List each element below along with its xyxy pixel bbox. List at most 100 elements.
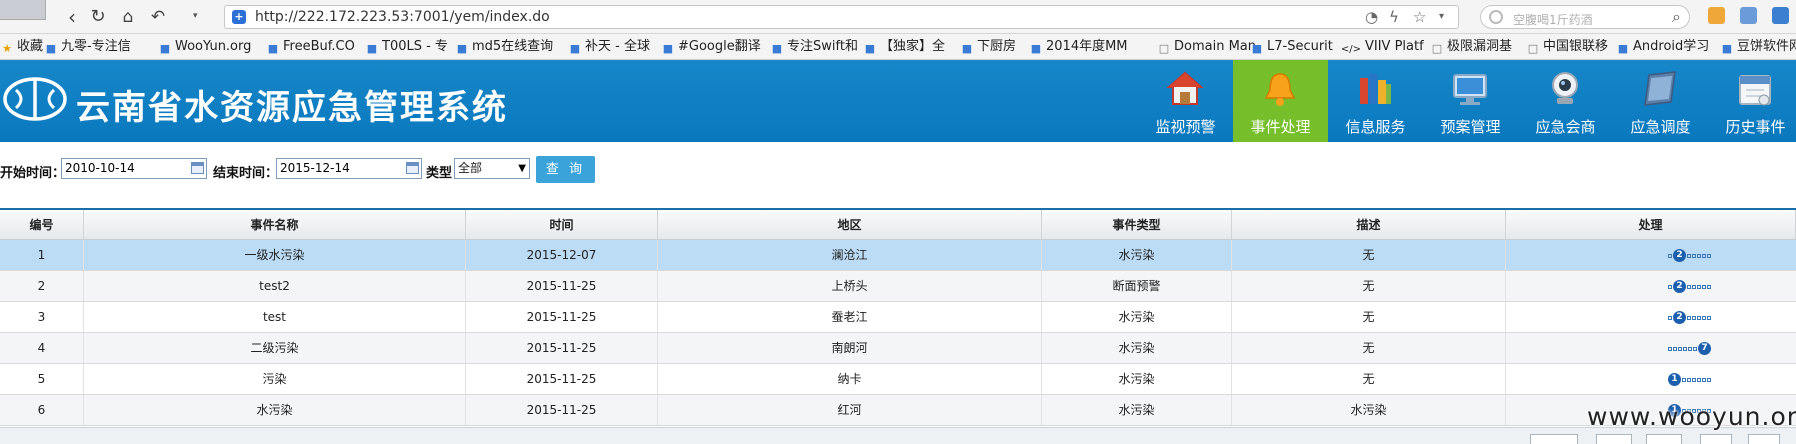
- step-badge[interactable]: 1: [1668, 373, 1681, 386]
- pager-button[interactable]: [1646, 434, 1682, 444]
- bookmark-item[interactable]: ■ 补天 - 全球: [568, 38, 650, 56]
- end-date-input[interactable]: 2015-12-14: [276, 158, 422, 179]
- bookmark-label[interactable]: WooYun.org: [175, 39, 251, 54]
- address-dropdown-icon[interactable]: ▾: [1439, 11, 1444, 22]
- bookmark-item[interactable]: </> VIIV Platf: [1340, 38, 1424, 56]
- nav-tab-label[interactable]: 信息服务: [1328, 116, 1423, 137]
- nav-tab[interactable]: 历史事件: [1708, 60, 1796, 142]
- step-icon[interactable]: [1692, 377, 1696, 382]
- bookmark-label[interactable]: L7-Securit: [1267, 39, 1333, 54]
- type-select[interactable]: 全部 ▼: [454, 158, 530, 179]
- type-select-value[interactable]: 全部: [458, 161, 482, 175]
- pager-button[interactable]: [1748, 434, 1780, 444]
- bookmark-item[interactable]: ■ L7-Securit: [1250, 38, 1333, 56]
- bookmark-item[interactable]: ■ 豆饼软件网: [1720, 38, 1796, 56]
- step-icon[interactable]: [1683, 346, 1687, 351]
- bookmark-label[interactable]: 专注Swift和: [787, 39, 858, 54]
- page-size-select[interactable]: [1530, 434, 1578, 444]
- step-icon[interactable]: [1707, 377, 1711, 382]
- step-icon[interactable]: [1678, 346, 1682, 351]
- bookmark-item[interactable]: □ 极限漏洞基: [1430, 38, 1512, 56]
- bookmark-label[interactable]: FreeBuf.CO: [283, 39, 355, 54]
- step-icon[interactable]: [1687, 377, 1691, 382]
- chevron-down-icon[interactable]: ▼: [518, 159, 526, 178]
- bookmark-item[interactable]: ■ 下厨房: [960, 38, 1016, 56]
- bookmark-item[interactable]: ■ T00LS - 专: [365, 38, 448, 56]
- step-icon[interactable]: [1668, 346, 1672, 351]
- step-icon[interactable]: [1692, 284, 1696, 289]
- bookmark-item[interactable]: ■ md5在线查询: [455, 38, 553, 56]
- column-header[interactable]: 描述: [1232, 210, 1506, 239]
- step-icon[interactable]: [1702, 284, 1706, 289]
- step-badge[interactable]: 2: [1673, 249, 1686, 262]
- bookmark-label[interactable]: 【独家】全: [880, 39, 945, 54]
- bookmark-item[interactable]: ■ Android学习: [1616, 38, 1709, 56]
- bookmark-label[interactable]: #Google翻译: [678, 39, 761, 54]
- step-badge[interactable]: 2: [1673, 280, 1686, 293]
- nav-tab-label[interactable]: 应急调度: [1613, 116, 1708, 137]
- process-steps[interactable]: 2: [1668, 240, 1796, 270]
- search-placeholder[interactable]: 空腹喝1斤药酒: [1513, 11, 1593, 28]
- bookmark-label[interactable]: md5在线查询: [472, 39, 553, 54]
- nav-tab-label[interactable]: 预案管理: [1423, 116, 1518, 137]
- table-row[interactable]: 2 test2 2015-11-25 上桥头 断面预警无 2: [0, 271, 1796, 302]
- browser-search-box[interactable]: 空腹喝1斤药酒 ⌕: [1480, 5, 1690, 29]
- step-icon[interactable]: [1697, 284, 1701, 289]
- bookmark-label[interactable]: 极限漏洞基: [1447, 39, 1512, 54]
- bookmark-label[interactable]: Android学习: [1633, 39, 1709, 54]
- step-icon[interactable]: [1697, 377, 1701, 382]
- table-row[interactable]: 3 test 2015-11-25 蚕老江 水污染无 2: [0, 302, 1796, 333]
- nav-tab[interactable]: 监视预警: [1138, 60, 1233, 142]
- table-row[interactable]: 4 二级污染 2015-11-25 南朗河 水污染无 7: [0, 333, 1796, 364]
- bookmark-item[interactable]: ■ 专注Swift和: [770, 38, 858, 56]
- nav-tab-label[interactable]: 历史事件: [1708, 116, 1796, 137]
- table-row[interactable]: 5 污染 2015-11-25 纳卡 水污染无 1: [0, 364, 1796, 395]
- pager-button[interactable]: [1700, 434, 1732, 444]
- step-icon[interactable]: [1688, 346, 1692, 351]
- step-icon[interactable]: [1668, 284, 1672, 289]
- table-row[interactable]: 6 水污染 2015-11-25 红河 水污染 水污染 1: [0, 395, 1796, 426]
- step-icon[interactable]: [1673, 346, 1677, 351]
- nav-tab-label[interactable]: 事件处理: [1233, 116, 1328, 137]
- step-icon[interactable]: [1707, 315, 1711, 320]
- home-icon[interactable]: ⌂: [116, 5, 140, 29]
- end-date-value[interactable]: 2015-12-14: [280, 161, 350, 175]
- process-steps[interactable]: 7: [1668, 333, 1796, 363]
- nav-tab-label[interactable]: 监视预警: [1138, 116, 1233, 137]
- bookmark-label[interactable]: 补天 - 全球: [585, 39, 650, 54]
- step-icon[interactable]: [1707, 284, 1711, 289]
- bookmark-item[interactable]: ★ 收藏: [0, 38, 43, 56]
- step-icon[interactable]: [1697, 315, 1701, 320]
- column-header[interactable]: 事件类型: [1042, 210, 1232, 239]
- query-button[interactable]: 查 询: [536, 156, 595, 183]
- nav-tab[interactable]: 信息服务: [1328, 60, 1423, 142]
- address-bar[interactable]: + http://222.172.223.53:7001/yem/index.d…: [224, 5, 1459, 29]
- bookmark-item[interactable]: ■ 【独家】全: [863, 38, 945, 56]
- step-icon[interactable]: [1687, 315, 1691, 320]
- step-badge[interactable]: 2: [1673, 311, 1686, 324]
- star-icon[interactable]: ☆: [1413, 8, 1426, 26]
- step-icon[interactable]: [1668, 253, 1672, 258]
- speed-icon[interactable]: ◔: [1365, 8, 1378, 26]
- step-icon[interactable]: [1693, 346, 1697, 351]
- history-dropdown-icon[interactable]: ▾: [193, 11, 198, 21]
- nav-tab[interactable]: 预案管理: [1423, 60, 1518, 142]
- bookmark-label[interactable]: VIIV Platf: [1365, 39, 1424, 54]
- reload-icon[interactable]: ↻: [86, 5, 110, 29]
- bookmark-item[interactable]: ■ 九零-专注信: [44, 38, 131, 56]
- nav-tab-label[interactable]: 应急会商: [1518, 116, 1613, 137]
- step-icon[interactable]: [1702, 377, 1706, 382]
- step-icon[interactable]: [1707, 253, 1711, 258]
- nav-tab[interactable]: 应急会商: [1518, 60, 1613, 142]
- step-icon[interactable]: [1702, 315, 1706, 320]
- calendar-icon[interactable]: [191, 162, 204, 174]
- search-icon[interactable]: ⌕: [1672, 7, 1681, 27]
- step-icon[interactable]: [1697, 253, 1701, 258]
- menu-icon[interactable]: [1772, 7, 1789, 24]
- column-header[interactable]: 处理: [1506, 210, 1796, 239]
- step-icon[interactable]: [1702, 253, 1706, 258]
- bookmark-item[interactable]: ■ FreeBuf.CO: [266, 38, 355, 56]
- bookmark-item[interactable]: ■ 2014年度MM: [1029, 38, 1128, 56]
- bookmark-label[interactable]: 2014年度MM: [1046, 39, 1128, 54]
- bookmark-item[interactable]: ■ WooYun.org: [158, 38, 252, 56]
